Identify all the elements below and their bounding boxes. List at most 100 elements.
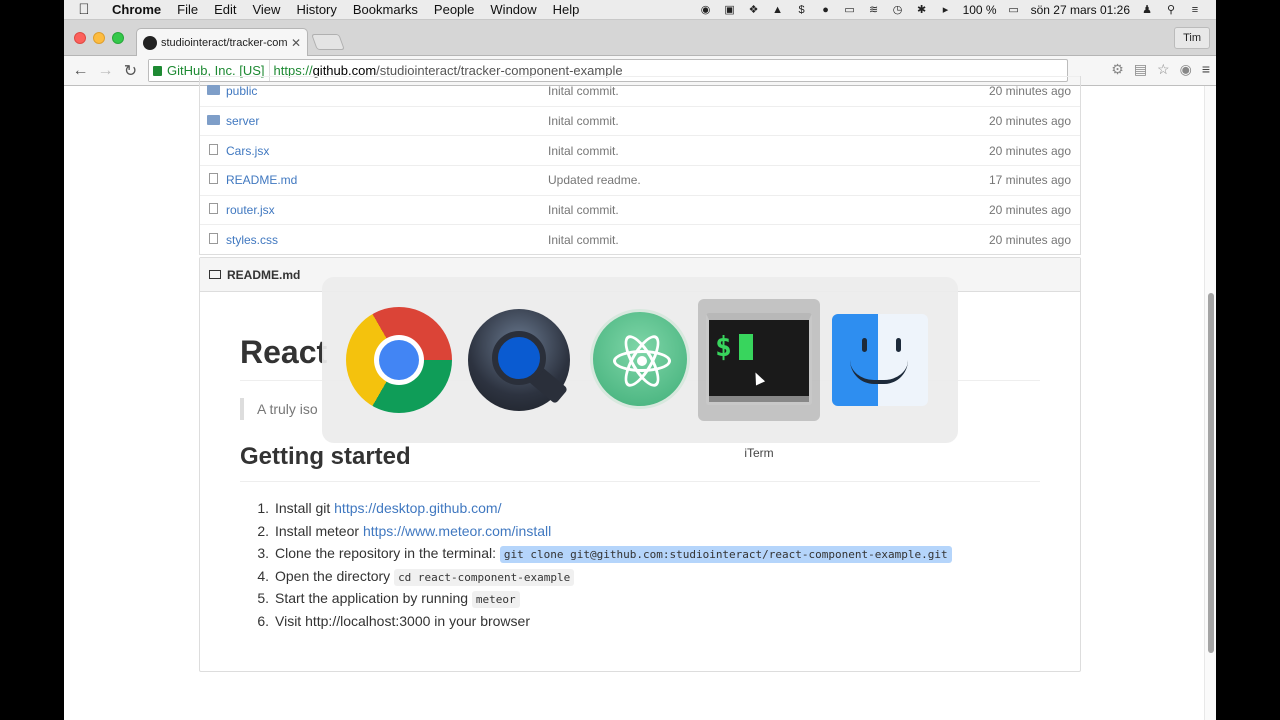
page-scrollbar[interactable] (1204, 86, 1216, 720)
reload-icon[interactable]: ↻ (118, 61, 143, 81)
commit-age: 20 minutes ago (988, 114, 1071, 129)
list-item: 4. Open the directory cd react-component-… (252, 565, 952, 588)
profile-button[interactable]: Tim (1174, 27, 1210, 49)
menu-history[interactable]: History (288, 2, 344, 17)
commit-message-link[interactable]: Inital commit. (548, 203, 930, 217)
table-row: public Inital commit. 20 minutes ago (200, 76, 1080, 106)
file-name-link[interactable]: server (226, 114, 548, 128)
menu-view[interactable]: View (244, 2, 288, 17)
list-item: 2. Install meteor https://www.meteor.com/… (257, 522, 552, 539)
table-row: Cars.jsx Inital commit. 20 minutes ago (200, 135, 1080, 165)
back-icon[interactable]: ← (68, 62, 93, 80)
dollar-icon[interactable]: $ (795, 4, 809, 16)
app-switcher: $ iTerm (322, 277, 958, 460)
finder-icon[interactable] (832, 314, 928, 406)
spotlight-icon[interactable]: ⚲ (1164, 4, 1178, 16)
hat-icon[interactable]: ● (819, 4, 833, 16)
commit-message-link[interactable]: Inital commit. (548, 114, 930, 128)
file-table: public Inital commit. 20 minutes ago ser… (199, 76, 1081, 256)
menu-edit[interactable]: Edit (206, 2, 244, 17)
list-item: 5. Start the application by running meteo… (252, 587, 952, 610)
battery-icon[interactable]: ▭ (1007, 4, 1021, 16)
close-window-button[interactable] (74, 32, 86, 44)
window-controls (74, 32, 124, 44)
clock[interactable]: sön 27 mars 01:26 (1031, 3, 1130, 17)
bluetooth-icon[interactable]: ✱ (915, 4, 929, 16)
macos-menubar:  Chrome File Edit View History Bookmark… (64, 0, 1216, 20)
letterbox-right (1216, 0, 1280, 720)
commit-age: 20 minutes ago (988, 143, 1071, 158)
commit-message-link[interactable]: Updated readme. (548, 173, 930, 187)
file-icon (208, 143, 218, 155)
menu-help[interactable]: Help (545, 2, 588, 17)
mouse-pointer-icon (750, 370, 766, 386)
minimize-window-button[interactable] (93, 32, 105, 44)
bookmark-star-icon[interactable]: ☆ (1157, 61, 1170, 78)
file-name-link[interactable]: README.md (226, 173, 548, 187)
file-icon (208, 173, 218, 185)
scrollbar-thumb[interactable] (1208, 293, 1214, 653)
table-row: router.jsx Inital commit. 20 minutes ago (200, 194, 1080, 225)
wifi-icon[interactable]: ≋ (867, 4, 881, 16)
screen:  Chrome File Edit View History Bookmark… (64, 0, 1216, 720)
chrome-menu-icon[interactable]: ≡ (1202, 61, 1210, 78)
volume-icon[interactable]: ▸ (939, 4, 953, 16)
readme-title: React (240, 334, 328, 370)
file-name-link[interactable]: public (226, 84, 548, 98)
commit-age: 20 minutes ago (988, 232, 1071, 247)
commit-age: 17 minutes ago (988, 173, 1071, 188)
meteor-install-link[interactable]: https://www.meteor.com/install (363, 523, 551, 539)
record-icon[interactable]: ◉ (699, 4, 713, 16)
close-tab-icon[interactable]: ✕ (291, 36, 301, 50)
commit-message-link[interactable]: Inital commit. (548, 144, 930, 158)
lock-icon (153, 65, 162, 76)
list-item: 3. Clone the repository in the terminal: … (252, 542, 952, 565)
zoom-window-button[interactable] (112, 32, 124, 44)
list-item: 6. Visit http://localhost:3000 in your br… (257, 612, 530, 629)
atom-icon[interactable] (590, 309, 690, 409)
airplay-icon[interactable]: ▭ (843, 4, 857, 16)
github-favicon-icon (143, 36, 157, 50)
table-row: server Inital commit. 20 minutes ago (200, 105, 1080, 136)
chrome-icon[interactable] (346, 307, 452, 413)
apple-menu-icon[interactable]:  (64, 1, 104, 18)
js-extension-icon[interactable]: ⚙ (1111, 61, 1124, 78)
camera-extension-icon[interactable]: ◉ (1180, 61, 1192, 78)
forward-icon[interactable]: → (93, 62, 118, 80)
selected-app-name: iTerm (744, 446, 774, 460)
time-machine-icon[interactable]: ◷ (891, 4, 905, 16)
extension-icons: ⚙ ▤ ☆ ◉ ≡ (1111, 61, 1210, 78)
user-icon[interactable]: ♟ (1140, 4, 1154, 16)
git-clone-code[interactable]: git clone git@github.com:studiointeract/… (499, 546, 952, 564)
dropbox-icon[interactable]: ❖ (747, 4, 761, 16)
menu-people[interactable]: People (426, 2, 482, 17)
github-desktop-link[interactable]: https://desktop.github.com/ (334, 500, 501, 516)
battery-percent[interactable]: 100 % (963, 3, 997, 17)
app-status-icon[interactable]: ▣ (723, 4, 737, 16)
file-name-link[interactable]: Cars.jsx (226, 144, 548, 158)
commit-message-link[interactable]: Inital commit. (548, 84, 930, 98)
notification-center-icon[interactable]: ≡ (1188, 4, 1202, 16)
folder-icon (206, 115, 220, 126)
commit-age: 20 minutes ago (988, 84, 1071, 99)
file-name-link[interactable]: styles.css (226, 233, 548, 247)
new-tab-button[interactable] (311, 34, 345, 50)
iterm-icon: $ (706, 313, 812, 405)
file-name-link[interactable]: router.jsx (226, 203, 548, 217)
commit-age: 20 minutes ago (988, 203, 1071, 218)
tab-github[interactable]: studiointeract/tracker-com ✕ (136, 28, 308, 57)
list-item: 1. Install git https://desktop.github.com… (257, 500, 502, 516)
menu-window[interactable]: Window (482, 2, 544, 17)
menu-file[interactable]: File (169, 2, 206, 17)
book-icon (209, 270, 221, 279)
steps-list: 1. Install git https://desktop.github.com… (252, 497, 952, 633)
tab-title: studiointeract/tracker-com (161, 37, 287, 49)
drive-icon[interactable]: ▲ (771, 4, 785, 16)
app-switcher-item-iterm[interactable]: $ iTerm (698, 299, 820, 460)
menu-bookmarks[interactable]: Bookmarks (345, 2, 426, 17)
commit-message-link[interactable]: Inital commit. (548, 233, 930, 247)
quicktime-icon[interactable] (468, 309, 570, 411)
code-extension-icon[interactable]: ▤ (1134, 61, 1147, 78)
cd-code: cd react-component-example (394, 568, 575, 586)
app-menu[interactable]: Chrome (104, 2, 169, 17)
